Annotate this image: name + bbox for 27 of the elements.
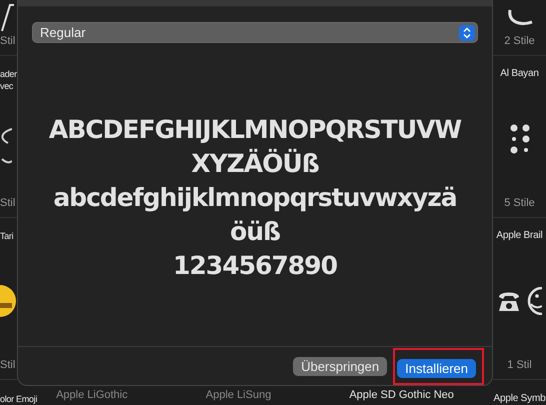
font-name: Apple LiSung [206, 389, 272, 401]
font-sample-line: 1234567890 [173, 250, 337, 282]
style-count: 2 Stile [504, 35, 535, 49]
style-dropdown[interactable]: Regular [32, 22, 478, 43]
font-name: Al Bayan [500, 68, 539, 80]
font-name: olor Emoji [0, 393, 38, 405]
font-sample-line: öüß [230, 216, 280, 248]
font-name: Apple SD Gothic Neo [349, 389, 454, 401]
font-name: Tari [0, 230, 14, 242]
style-count: Stil [0, 197, 16, 211]
font-sample-line: abcdefghijklmnopqrstuvwxyzä [53, 182, 457, 214]
font-sample-line: ABCDEFGHIJKLMNOPQRSTUVW [48, 114, 462, 146]
font-name: Apple Brail [496, 230, 543, 242]
braille-icon [510, 124, 530, 154]
font-name: Apple LiGothic [56, 389, 128, 401]
stepper-icon [459, 24, 475, 40]
style-count: Stil [0, 359, 16, 373]
install-button[interactable]: Installieren [397, 358, 476, 378]
font-name: Apple Symb [494, 393, 546, 405]
glyph-icon [0, 2, 14, 32]
style-count: Stil [0, 35, 16, 49]
skip-button[interactable]: Überspringen [293, 356, 388, 376]
glyph-icon [506, 8, 534, 28]
style-count: 1 Stil [507, 359, 532, 373]
style-count: 5 Stile [504, 197, 535, 211]
font-sample-line: XYZÄÖÜß [191, 148, 319, 180]
font-name: ader vec [0, 68, 17, 92]
